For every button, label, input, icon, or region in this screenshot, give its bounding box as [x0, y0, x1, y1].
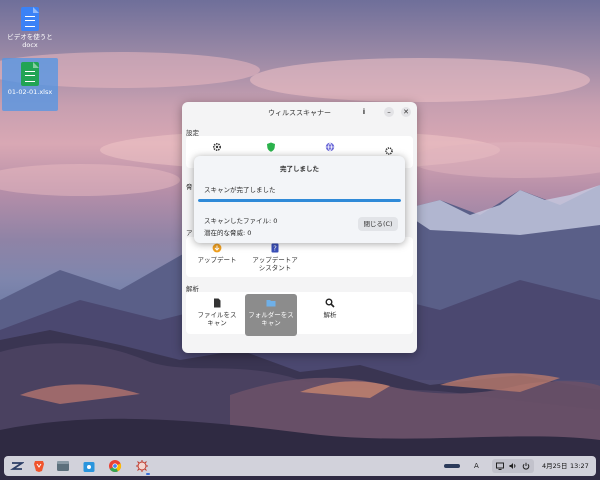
scan-file-label-2: キャン: [207, 319, 227, 327]
desktop-file-xlsx[interactable]: 01-02-01.xlsx: [2, 58, 58, 111]
scanned-files-count: スキャンしたファイル: 0: [204, 217, 278, 225]
update-assistant-label-2: シスタント: [258, 264, 292, 272]
virus-scanner-icon[interactable]: [135, 459, 149, 473]
threats-section-label: 脅: [186, 183, 193, 191]
dialog-close-button[interactable]: 閉じる(C): [358, 217, 398, 231]
desktop-file-label: ビデオを使うと: [7, 33, 53, 41]
date-label[interactable]: 4月25日: [542, 456, 567, 476]
close-window-button[interactable]: ✕: [401, 107, 411, 117]
scan-complete-dialog: 完了しました スキャンが完了しました スキャンしたファイル: 0 潜在的な脅威:…: [194, 156, 405, 243]
scan-folder-label-2: キャン: [261, 319, 281, 327]
help-book-icon: ?: [271, 243, 279, 253]
preferences-tile[interactable]: [191, 142, 243, 155]
svg-text:?: ?: [273, 245, 277, 253]
doc-file-icon: [21, 7, 39, 31]
taskbar: A 4月25日 13:27: [4, 456, 596, 476]
chrome-icon[interactable]: [108, 459, 122, 473]
update-tile[interactable]: アップデート: [191, 243, 243, 264]
files-icon[interactable]: [56, 459, 70, 473]
update-badge-icon: [212, 243, 222, 253]
updates-card: アップデート ? アップデートア シスタント: [186, 237, 413, 277]
globe-icon: [325, 142, 335, 152]
analysis-card: ファイルをス キャン フォルダーをス キャン 解析: [186, 292, 413, 336]
folder-icon: [266, 300, 276, 307]
dialog-title: 完了しました: [280, 165, 319, 173]
scan-file-label-1: ファイルをス: [197, 311, 237, 319]
software-store-icon[interactable]: [82, 459, 96, 473]
analysis-item-label: 解析: [323, 311, 337, 319]
scan-progress-fill: [198, 199, 401, 202]
scan-status-text: スキャンが完了しました: [204, 186, 276, 194]
keyboard-layout-indicator[interactable]: [444, 464, 460, 468]
minimize-button[interactable]: –: [384, 107, 394, 117]
scan-progress-bar: [198, 199, 401, 202]
power-icon: [522, 462, 530, 470]
protection-tile[interactable]: [245, 142, 297, 155]
brave-browser-icon[interactable]: [32, 459, 46, 473]
running-indicator: [146, 473, 150, 475]
updates-section-label: ア: [186, 229, 193, 237]
window-titlebar[interactable]: ウィルススキャナー i – ✕: [182, 102, 417, 122]
display-icon: [496, 462, 504, 470]
database-tile[interactable]: [304, 142, 356, 155]
sheet-file-icon: [21, 62, 39, 86]
desktop-file-label-ext: docx: [22, 41, 38, 49]
zorin-menu-icon[interactable]: [10, 459, 24, 473]
update-label: アップデート: [197, 256, 237, 264]
update-assistant-tile[interactable]: ? アップデートア シスタント: [249, 243, 301, 272]
update-assistant-label-1: アップデートア: [252, 256, 298, 264]
desktop-file-label: 01-02-01.xlsx: [7, 88, 53, 96]
shield-icon: [267, 142, 275, 152]
analysis-tile[interactable]: 解析: [304, 298, 356, 319]
system-tray[interactable]: [492, 459, 534, 473]
scan-folder-tile[interactable]: フォルダーをス キャン: [245, 294, 297, 336]
volume-icon: [509, 463, 516, 469]
time-label[interactable]: 13:27: [570, 456, 589, 476]
settings-cog-icon: [385, 147, 393, 155]
gear-icon: [212, 142, 222, 152]
magnifier-icon: [325, 298, 335, 308]
window-title: ウィルススキャナー: [268, 109, 331, 117]
scan-file-tile[interactable]: ファイルをス キャン: [191, 298, 243, 327]
desktop-file-docx[interactable]: ビデオを使うと docx: [2, 3, 58, 53]
input-method-indicator[interactable]: A: [474, 459, 479, 473]
info-button[interactable]: i: [359, 107, 369, 117]
potential-threats-count: 潜在的な脅威: 0: [204, 229, 252, 237]
file-icon: [214, 298, 221, 308]
scan-folder-label-1: フォルダーをス: [248, 311, 294, 319]
